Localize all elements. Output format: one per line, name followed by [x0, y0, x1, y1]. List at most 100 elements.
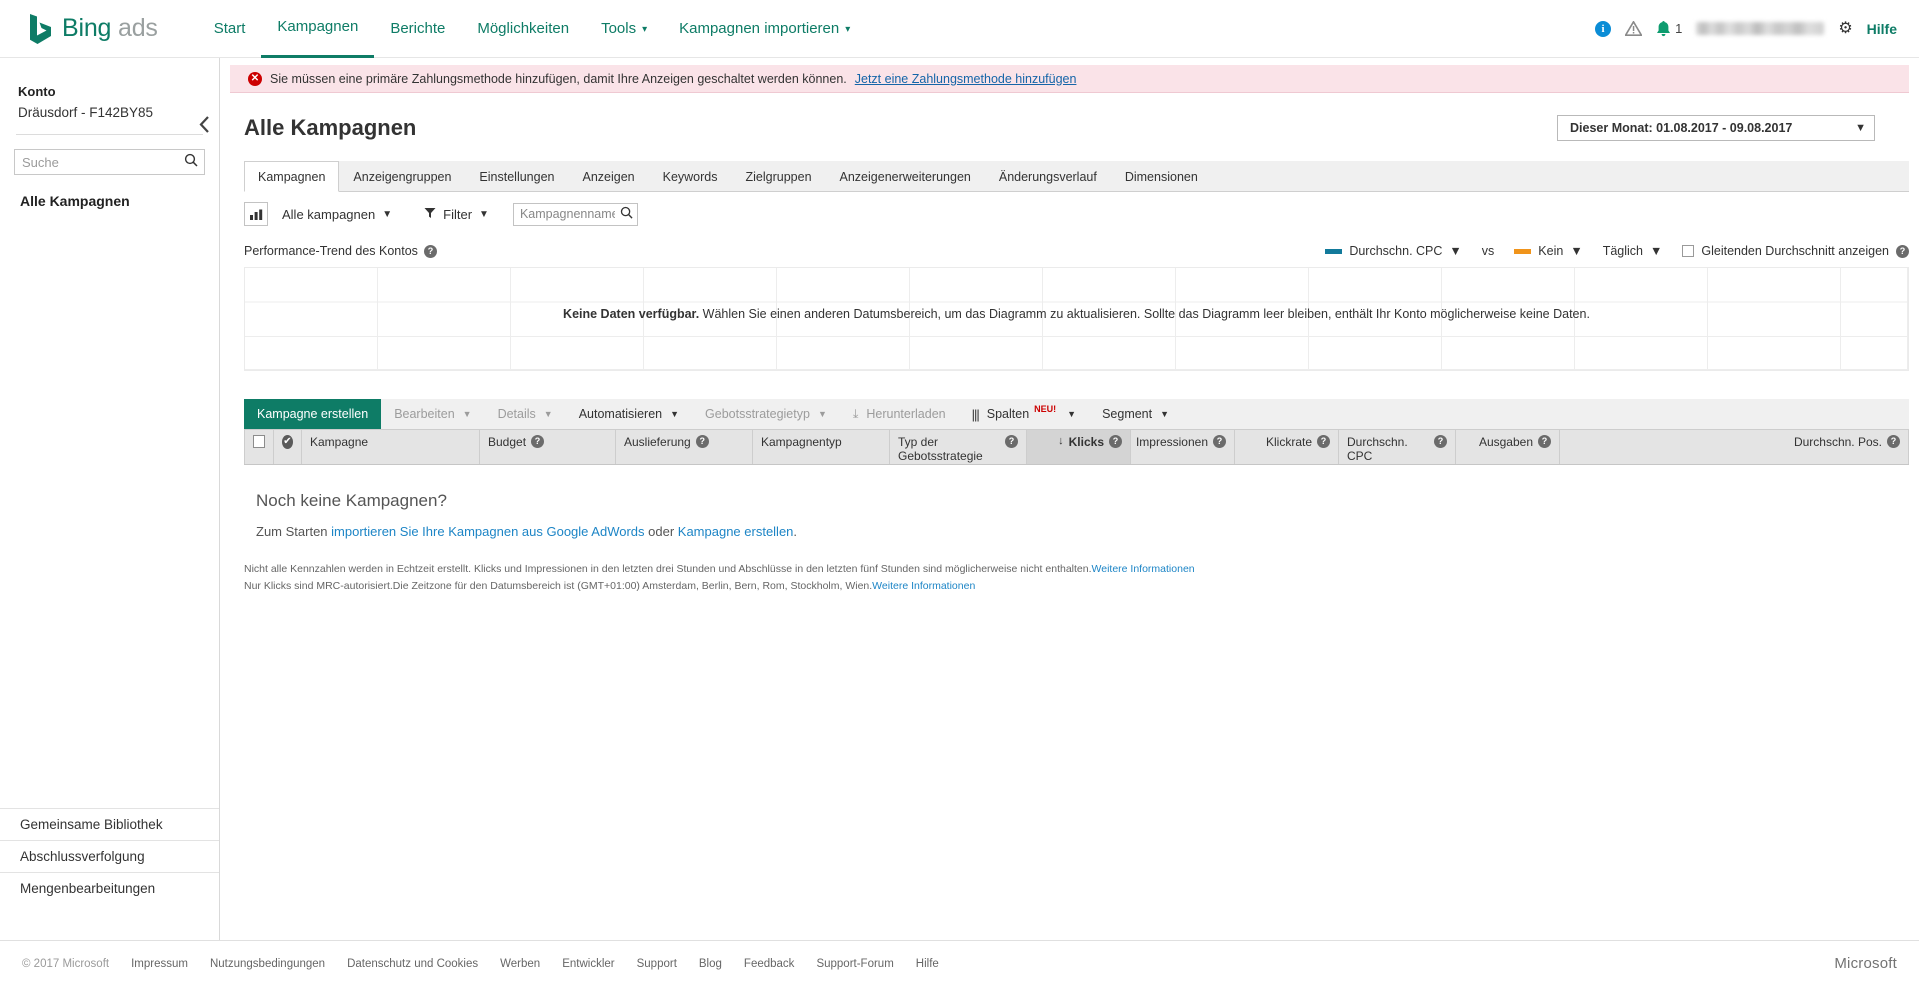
edit-dropdown-label: Bearbeiten — [394, 407, 455, 421]
help-icon[interactable]: ? — [1434, 435, 1447, 448]
sidebar-collapse-button[interactable] — [199, 116, 210, 136]
footer-link-datenschutz-und-cookies[interactable]: Datenschutz und Cookies — [347, 958, 478, 970]
automate-dropdown[interactable]: Automatisieren ▼ — [566, 399, 692, 429]
bing-b-icon — [28, 13, 54, 45]
footer-link-support-forum[interactable]: Support-Forum — [816, 958, 893, 970]
metric-1-dropdown[interactable]: Durchschn. CPC ▼ — [1325, 244, 1462, 258]
footer-link-blog[interactable]: Blog — [699, 958, 722, 970]
filter-dropdown[interactable]: Filter ▼ — [420, 204, 499, 225]
nav-item-berichte[interactable]: Berichte — [374, 0, 461, 58]
column-header-kampagne[interactable]: Kampagne — [302, 429, 480, 464]
help-icon[interactable]: ? — [1109, 435, 1122, 448]
footer-link-hilfe[interactable]: Hilfe — [916, 958, 939, 970]
search-icon[interactable] — [620, 206, 633, 222]
column-header-klickrate[interactable]: Klickrate ? — [1235, 429, 1339, 464]
column-header-durchschn-pos[interactable]: Durchschn. Pos. ? — [1560, 429, 1909, 464]
tab-dimensionen[interactable]: Dimensionen — [1111, 161, 1212, 191]
help-icon[interactable]: ? — [1887, 435, 1900, 448]
help-icon[interactable]: ? — [1213, 435, 1226, 448]
chart-controls: Durchschn. CPC ▼ vs Kein ▼ Täglich ▼ Gle… — [1325, 244, 1909, 258]
sidebar-item-gemeinsame-bibliothek[interactable]: Gemeinsame Bibliothek — [0, 808, 219, 840]
performance-trend-chart[interactable]: Keine Daten verfügbar. Wählen Sie einen … — [244, 267, 1909, 371]
help-icon[interactable]: ? — [1317, 435, 1330, 448]
bing-ads-logo[interactable]: Bing ads — [28, 13, 158, 45]
column-header-budget[interactable]: Budget ? — [480, 429, 616, 464]
download-button[interactable]: ⤓ Herunterladen — [840, 399, 959, 429]
column-header-gebotsstrategietyp[interactable]: Typ der Gebotsstrategie ? — [890, 429, 1027, 464]
footer-link-werben[interactable]: Werben — [500, 958, 540, 970]
footer-link-impressum[interactable]: Impressum — [131, 958, 188, 970]
date-range-value: Dieser Monat: 01.08.2017 - 09.08.2017 — [1570, 121, 1793, 135]
nav-item-tools[interactable]: Tools ▾ — [585, 0, 663, 58]
footnote-timezone-link[interactable]: Weitere Informationen — [872, 580, 975, 592]
moving-average-checkbox[interactable] — [1682, 245, 1695, 257]
footer-link-feedback[interactable]: Feedback — [744, 958, 795, 970]
tab-zielgruppen[interactable]: Zielgruppen — [732, 161, 826, 191]
help-icon[interactable]: ? — [1538, 435, 1551, 448]
add-payment-method-link[interactable]: Jetzt eine Zahlungsmethode hinzufügen — [855, 72, 1077, 86]
account-username-redacted[interactable] — [1696, 22, 1825, 35]
help-icon[interactable]: ? — [531, 435, 545, 448]
app-shell: Konto Dräusdorf - F142BY85 Alle Kampagne… — [0, 58, 1919, 986]
notifications-bell[interactable]: 1 — [1656, 20, 1682, 37]
metric-2-dropdown[interactable]: Kein ▼ — [1514, 244, 1583, 258]
column-header-auslieferung[interactable]: Auslieferung ? — [616, 429, 753, 464]
segment-label: Segment — [1102, 407, 1153, 421]
select-all-cell[interactable] — [244, 429, 274, 464]
tab-anzeigen[interactable]: Anzeigen — [568, 161, 648, 191]
account-name: Dräusdorf - F142BY85 — [18, 105, 154, 120]
nav-item-moeglichkeiten[interactable]: Möglichkeiten — [461, 0, 585, 58]
help-link[interactable]: Hilfe — [1867, 21, 1897, 37]
footer-link-support[interactable]: Support — [637, 958, 677, 970]
tab-anzeigenerweiterungen[interactable]: Anzeigenerweiterungen — [826, 161, 985, 191]
date-range-selector[interactable]: Dieser Monat: 01.08.2017 - 09.08.2017 ▼ — [1557, 115, 1875, 141]
columns-dropdown[interactable]: ||| Spalten NEU! ▼ — [959, 399, 1089, 429]
column-header-durchschn-cpc[interactable]: Durchschn. CPC ? — [1339, 429, 1456, 464]
help-icon[interactable]: ? — [423, 244, 437, 258]
footer-link-nutzungsbedingungen[interactable]: Nutzungsbedingungen — [210, 958, 325, 970]
help-icon[interactable]: ? — [1896, 244, 1909, 258]
tab-kampagnen[interactable]: Kampagnen — [244, 161, 340, 192]
sidebar-search-input[interactable] — [14, 149, 205, 175]
create-campaign-button[interactable]: Kampagne erstellen — [244, 399, 382, 429]
tab-keywords[interactable]: Keywords — [649, 161, 732, 191]
status-column-header[interactable]: ✔ — [274, 429, 302, 464]
bid-strategy-type-dropdown[interactable]: Gebotsstrategietyp ▼ — [692, 399, 840, 429]
footnote-realtime-text: Nicht alle Kennzahlen werden in Echtzeit… — [244, 563, 1092, 575]
select-all-checkbox[interactable] — [253, 435, 265, 448]
gear-icon[interactable]: ⚙ — [1838, 20, 1852, 37]
help-icon[interactable]: ? — [1005, 435, 1018, 448]
import-from-adwords-link[interactable]: importieren Sie Ihre Kampagnen aus Googl… — [331, 524, 644, 539]
help-icon[interactable]: ? — [695, 435, 709, 448]
column-header-kampagnentyp[interactable]: Kampagnentyp — [753, 429, 890, 464]
granularity-dropdown[interactable]: Täglich ▼ — [1603, 244, 1663, 258]
segment-dropdown[interactable]: Segment ▼ — [1089, 399, 1182, 429]
scope-dropdown[interactable]: Alle kampagnen ▼ — [278, 204, 402, 225]
footnote-realtime-link[interactable]: Weitere Informationen — [1092, 563, 1195, 575]
sidebar-item-mengenbearbeitungen[interactable]: Mengenbearbeitungen — [0, 872, 219, 904]
chart-bars-icon[interactable] — [244, 202, 268, 226]
bell-icon — [1657, 21, 1671, 37]
moving-average-label: Gleitenden Durchschnitt anzeigen — [1701, 244, 1889, 258]
column-header-klicks[interactable]: ↓ Klicks ? — [1027, 429, 1131, 464]
details-dropdown[interactable]: Details ▼ — [485, 399, 566, 429]
campaigns-table-header: ✔ Kampagne Budget ? Auslieferung ? Kampa… — [244, 429, 1909, 465]
metric-1-label: Durchschn. CPC — [1349, 244, 1443, 258]
column-header-ausgaben[interactable]: Ausgaben ? — [1456, 429, 1560, 464]
nav-item-kampagnen[interactable]: Kampagnen — [261, 0, 375, 58]
tab-einstellungen[interactable]: Einstellungen — [465, 161, 568, 191]
edit-dropdown[interactable]: Bearbeiten ▼ — [381, 399, 484, 429]
moving-average-toggle[interactable]: Gleitenden Durchschnitt anzeigen ? — [1682, 244, 1909, 258]
nav-item-kampagnen-importieren[interactable]: Kampagnen importieren ▾ — [663, 0, 866, 58]
chevron-down-icon: ▼ — [1855, 122, 1866, 134]
create-campaign-link[interactable]: Kampagne erstellen — [678, 524, 794, 539]
info-icon[interactable]: i — [1595, 20, 1612, 37]
sidebar-item-abschlussverfolgung[interactable]: Abschlussverfolgung — [0, 840, 219, 872]
warning-icon[interactable] — [1624, 20, 1643, 36]
sidebar-item-all-campaigns[interactable]: Alle Kampagnen — [20, 193, 219, 209]
footer-link-entwickler[interactable]: Entwickler — [562, 958, 614, 970]
column-header-impressionen[interactable]: Impressionen ? — [1131, 429, 1235, 464]
tab-anzeigengruppen[interactable]: Anzeigengruppen — [339, 161, 465, 191]
nav-item-start[interactable]: Start — [198, 0, 262, 58]
tab-aenderungsverlauf[interactable]: Änderungsverlauf — [985, 161, 1111, 191]
